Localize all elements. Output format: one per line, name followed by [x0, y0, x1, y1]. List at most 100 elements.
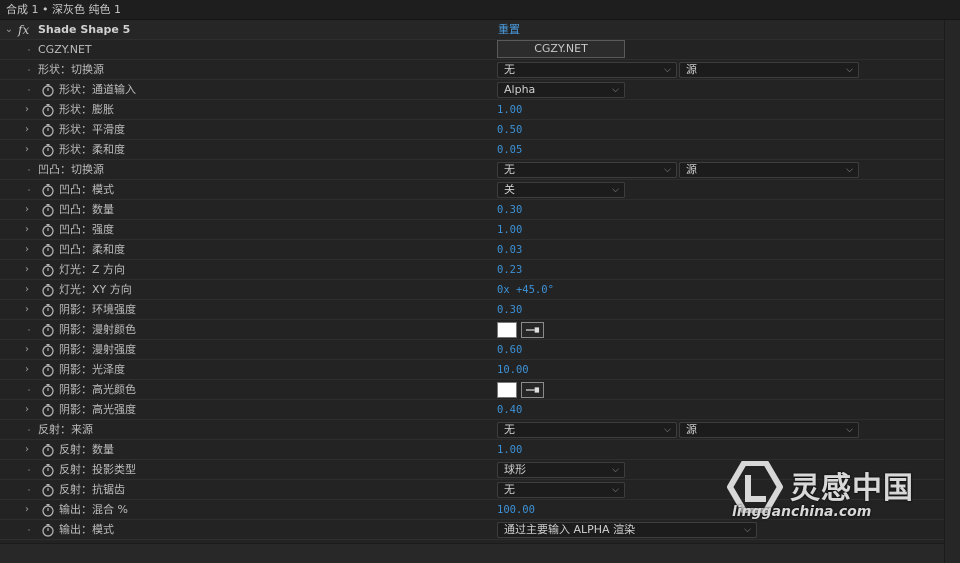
property-value[interactable]: 100.00 — [497, 500, 535, 520]
reset-link[interactable]: 重置 — [498, 20, 520, 40]
fx-icon[interactable]: fx — [18, 20, 29, 40]
property-row[interactable]: 形状：切换源无 ⌵ 源 ⌵ — [0, 60, 944, 80]
chevron-right-icon[interactable]: › — [22, 124, 32, 136]
source-dropdown[interactable]: 源 ⌵ — [679, 422, 859, 438]
property-row[interactable]: › 阴影：漫射强度 0.60 — [0, 340, 944, 360]
property-dropdown[interactable]: 关 ⌵ — [497, 182, 625, 198]
property-row[interactable]: 反射：来源 无 ⌵ 源 ⌵ — [0, 420, 944, 440]
property-row[interactable]: › 阴影：高光强度 0.40 — [0, 400, 944, 420]
property-row[interactable]: › 凹凸：强度 1.00 — [0, 220, 944, 240]
stopwatch-icon[interactable] — [41, 483, 55, 497]
chevron-right-icon[interactable]: › — [22, 144, 32, 156]
property-value[interactable]: 1.00 — [497, 100, 522, 120]
stopwatch-icon[interactable] — [41, 243, 55, 257]
property-row[interactable]: › 凹凸：数量 0.30 — [0, 200, 944, 220]
property-value[interactable]: 0.05 — [497, 140, 522, 160]
property-row[interactable]: 阴影：高光颜色 — [0, 380, 944, 400]
stopwatch-icon[interactable] — [41, 123, 55, 137]
property-value[interactable]: 10.00 — [497, 360, 529, 380]
stopwatch-icon[interactable] — [41, 143, 55, 157]
chevron-right-icon[interactable]: › — [22, 284, 32, 296]
stopwatch-icon[interactable] — [41, 463, 55, 477]
property-value[interactable]: 0.03 — [497, 240, 522, 260]
property-label: 形状：柔和度 — [59, 143, 125, 156]
property-value[interactable]: 0.23 — [497, 260, 522, 280]
source-dropdown[interactable]: 源 ⌵ — [679, 162, 859, 178]
stopwatch-icon[interactable] — [41, 443, 55, 457]
chevron-right-icon[interactable]: › — [22, 364, 32, 376]
property-value[interactable]: 0.30 — [497, 300, 522, 320]
stopwatch-icon[interactable] — [41, 283, 55, 297]
chevron-right-icon[interactable]: › — [22, 224, 32, 236]
property-row[interactable]: CGZY.NET CGZY.NET — [0, 40, 944, 60]
property-dropdown[interactable]: Alpha ⌵ — [497, 82, 625, 98]
property-value[interactable]: 1.00 — [497, 220, 522, 240]
property-row[interactable]: › 阴影：光泽度 10.00 — [0, 360, 944, 380]
layer-dropdown[interactable]: 无 ⌵ — [497, 62, 677, 78]
stopwatch-icon[interactable] — [41, 503, 55, 517]
stopwatch-icon[interactable] — [41, 363, 55, 377]
stopwatch-icon[interactable] — [41, 523, 55, 537]
stopwatch-icon[interactable] — [41, 303, 55, 317]
property-row[interactable]: 凹凸：模式关 ⌵ — [0, 180, 944, 200]
chevron-right-icon[interactable]: › — [22, 104, 32, 116]
chevron-right-icon[interactable]: › — [22, 244, 32, 256]
stopwatch-icon[interactable] — [41, 383, 55, 397]
property-label: 输出：模式 — [59, 523, 114, 536]
layer-dropdown[interactable]: 无 ⌵ — [497, 422, 677, 438]
chevron-down-icon: ⌵ — [846, 65, 853, 75]
property-row[interactable]: › 阴影：环境强度 0.30 — [0, 300, 944, 320]
property-label: 形状：膨胀 — [59, 103, 114, 116]
effect-header-row[interactable]: ⌄ fx Shade Shape 5 重置 — [0, 20, 944, 40]
dropdown-value: 球形 — [504, 463, 526, 476]
chevron-right-icon[interactable]: › — [22, 304, 32, 316]
stopwatch-icon[interactable] — [41, 343, 55, 357]
property-dropdown[interactable]: 通过主要输入 ALPHA 渲染 ⌵ — [497, 522, 757, 538]
chevron-right-icon[interactable]: › — [22, 264, 32, 276]
property-value[interactable]: 0.60 — [497, 340, 522, 360]
tree-dot — [28, 169, 30, 171]
eyedropper-icon[interactable] — [521, 382, 544, 398]
property-row[interactable]: › 灯光：Z 方向 0.23 — [0, 260, 944, 280]
chevron-down-icon: ⌵ — [612, 185, 619, 195]
property-row[interactable]: › 凹凸：柔和度 0.03 — [0, 240, 944, 260]
stopwatch-icon[interactable] — [41, 103, 55, 117]
property-dropdown[interactable]: 球形 ⌵ — [497, 462, 625, 478]
property-label: 反射：来源 — [38, 423, 93, 436]
chevron-right-icon[interactable]: › — [22, 344, 32, 356]
stopwatch-icon[interactable] — [41, 263, 55, 277]
tree-dot — [28, 49, 30, 51]
stopwatch-icon[interactable] — [41, 323, 55, 337]
property-row[interactable]: › 灯光：XY 方向 0x +45.0° — [0, 280, 944, 300]
stopwatch-icon[interactable] — [41, 403, 55, 417]
property-value[interactable]: 0x +45.0° — [497, 280, 554, 300]
property-value[interactable]: 0.40 — [497, 400, 522, 420]
chevron-right-icon[interactable]: › — [22, 404, 32, 416]
tree-dot — [28, 469, 30, 471]
layer-dropdown[interactable]: 无 ⌵ — [497, 162, 677, 178]
vertical-scrollbar[interactable] — [944, 20, 960, 563]
stopwatch-icon[interactable] — [41, 223, 55, 237]
property-row[interactable]: › 形状：平滑度 0.50 — [0, 120, 944, 140]
property-value[interactable]: 1.00 — [497, 440, 522, 460]
property-row[interactable]: › 形状：膨胀 1.00 — [0, 100, 944, 120]
color-swatch[interactable] — [497, 322, 517, 338]
property-row[interactable]: 形状：通道输入 Alpha ⌵ — [0, 80, 944, 100]
property-row[interactable]: 阴影：漫射颜色 — [0, 320, 944, 340]
chevron-right-icon[interactable]: › — [22, 444, 32, 456]
property-row[interactable]: › 形状：柔和度 0.05 — [0, 140, 944, 160]
stopwatch-icon[interactable] — [41, 203, 55, 217]
stopwatch-icon[interactable] — [41, 83, 55, 97]
property-value[interactable]: 0.30 — [497, 200, 522, 220]
eyedropper-icon[interactable] — [521, 322, 544, 338]
property-row[interactable]: 凹凸：切换源无 ⌵ 源 ⌵ — [0, 160, 944, 180]
property-value[interactable]: 0.50 — [497, 120, 522, 140]
chevron-down-icon[interactable]: ⌄ — [4, 24, 14, 36]
property-dropdown[interactable]: 无 ⌵ — [497, 482, 625, 498]
chevron-right-icon[interactable]: › — [22, 204, 32, 216]
color-swatch[interactable] — [497, 382, 517, 398]
source-dropdown[interactable]: 源 ⌵ — [679, 62, 859, 78]
stopwatch-icon[interactable] — [41, 183, 55, 197]
chevron-right-icon[interactable]: › — [22, 504, 32, 516]
cgzy-button[interactable]: CGZY.NET — [497, 40, 625, 58]
